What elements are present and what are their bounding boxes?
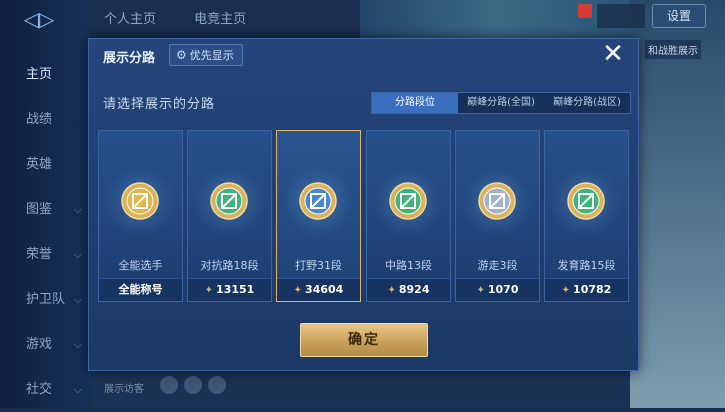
selection-prompt: 请选择展示的分路 xyxy=(103,97,216,112)
priority-display-label: 优先显示 xyxy=(189,49,234,62)
all-round-badge-icon xyxy=(121,182,159,220)
lane-card-name: 对抗路18段 xyxy=(200,259,259,272)
sidebar-item-games[interactable]: 游戏 ⌵ xyxy=(0,322,92,367)
sidebar-item-label: 荣誉 xyxy=(26,247,53,262)
rank-points-icon: ✦ xyxy=(204,285,214,296)
settings-button[interactable]: 设置 xyxy=(652,4,706,28)
lane-card-footer: ✦ 1070 xyxy=(456,278,539,301)
sidebar-item-guard[interactable]: 护卫队 ⌵ xyxy=(0,277,92,322)
visitor-avatars xyxy=(160,376,232,398)
avatar[interactable] xyxy=(160,376,178,394)
tab-peak-national[interactable]: 巅峰分路(全国) xyxy=(458,93,544,113)
lane-card-footer: ✦ 13151 xyxy=(188,278,271,301)
sidebar-item-label: 图鉴 xyxy=(26,202,53,217)
priority-display-button[interactable]: ⚙ 优先显示 xyxy=(169,44,243,66)
lane-card-name: 游走3段 xyxy=(477,259,518,272)
sidebar-item-label: 护卫队 xyxy=(26,292,66,307)
sidebar-item-label: 社交 xyxy=(26,382,53,397)
avatar[interactable] xyxy=(208,376,226,394)
chevron-down-icon: ⌵ xyxy=(73,203,82,216)
background-tabs: 个人主页 电竞主页 xyxy=(104,8,280,27)
lane-card-footer-text: 34604 xyxy=(305,283,344,296)
lane-card-footer: ✦ 34604 xyxy=(277,278,360,301)
lane-card-name: 全能选手 xyxy=(118,259,163,272)
rank-points-icon: ✦ xyxy=(561,285,571,296)
game-logo-icon: ◁▷ xyxy=(23,7,55,31)
sidebar-nav: 主页 战绩 英雄 图鉴 ⌵ 荣誉 ⌵ 护卫队 ⌵ 游戏 ⌵ 社交 ⌵ xyxy=(0,52,92,412)
mid-lane-badge-icon xyxy=(389,182,427,220)
sidebar-item-social[interactable]: 社交 ⌵ xyxy=(0,367,92,412)
lane-card-footer: ✦ 10782 xyxy=(545,278,628,301)
chevron-down-icon: ⌵ xyxy=(73,338,82,351)
lane-card-footer-text: 全能称号 xyxy=(118,283,163,296)
lane-card-list: 全能选手 全能称号 对抗路18段 ✦ 13151 打野31段 ✦ 34604 中路13段 ✦ 892… xyxy=(98,130,629,302)
sidebar-item-honor[interactable]: 荣誉 ⌵ xyxy=(0,232,92,277)
lane-card[interactable]: 全能选手 全能称号 xyxy=(98,130,183,302)
news-ticker xyxy=(597,4,645,28)
rank-points-icon: ✦ xyxy=(293,285,303,296)
notification-badge xyxy=(578,4,592,18)
display-lane-dialog: 展示分路 ⚙ 优先显示 ✕ 请选择展示的分路 分路段位 巅峰分路(全国) 巅峰分路… xyxy=(88,38,639,371)
lane-card[interactable]: 对抗路18段 ✦ 13151 xyxy=(187,130,272,302)
lane-card-name: 发育路15段 xyxy=(557,259,616,272)
confirm-button[interactable]: 确定 xyxy=(300,323,428,357)
jungle-badge-icon xyxy=(299,182,337,220)
chevron-down-icon: ⌵ xyxy=(73,248,82,261)
lane-card-footer-text: 1070 xyxy=(487,283,519,296)
sidebar-item-label: 主页 xyxy=(26,67,53,82)
lane-card-name: 中路13段 xyxy=(385,259,432,272)
right-hint-text: 和战胜展示 xyxy=(645,40,701,59)
lane-card[interactable]: 游走3段 ✦ 1070 xyxy=(455,130,540,302)
close-icon: ✕ xyxy=(602,39,624,69)
bottom-hint-text: 展示访客 xyxy=(104,384,144,395)
lane-card-footer-text: 10782 xyxy=(573,283,612,296)
gear-icon: ⚙ xyxy=(176,48,187,62)
chevron-down-icon: ⌵ xyxy=(73,293,82,306)
avatar[interactable] xyxy=(184,376,202,394)
lane-card-footer: 全能称号 xyxy=(99,278,182,301)
background-scene-right xyxy=(630,0,725,408)
close-button[interactable]: ✕ xyxy=(600,41,626,67)
farm-lane-badge-icon xyxy=(567,182,605,220)
sidebar-item-label: 英雄 xyxy=(26,157,53,172)
sidebar-item-label: 战绩 xyxy=(26,112,53,127)
lane-type-tabs: 分路段位 巅峰分路(全国) 巅峰分路(战区) xyxy=(371,92,631,114)
chevron-down-icon: ⌵ xyxy=(73,383,82,396)
lane-card[interactable]: 发育路15段 ✦ 10782 xyxy=(544,130,629,302)
lane-card[interactable]: 中路13段 ✦ 8924 xyxy=(366,130,451,302)
tab-lane-rank[interactable]: 分路段位 xyxy=(372,93,458,113)
lane-card-footer: ✦ 8924 xyxy=(367,278,450,301)
rank-points-icon: ✦ xyxy=(387,285,396,296)
sidebar-item-heroes[interactable]: 英雄 xyxy=(0,142,92,187)
rank-points-icon: ✦ xyxy=(476,285,485,296)
sidebar-item-label: 游戏 xyxy=(26,337,53,352)
dialog-title: 展示分路 xyxy=(103,51,156,66)
lane-card[interactable]: 打野31段 ✦ 34604 xyxy=(276,130,361,302)
lane-card-name: 打野31段 xyxy=(295,259,342,272)
tab-esports-home[interactable]: 电竞主页 xyxy=(194,12,246,27)
tab-peak-region[interactable]: 巅峰分路(战区) xyxy=(544,93,630,113)
sidebar-item-home[interactable]: 主页 xyxy=(0,52,92,97)
sidebar-item-record[interactable]: 战绩 xyxy=(0,97,92,142)
lane-card-footer-text: 8924 xyxy=(398,283,430,296)
lane-card-footer-text: 13151 xyxy=(216,283,255,296)
roam-badge-icon xyxy=(478,182,516,220)
sidebar-item-codex[interactable]: 图鉴 ⌵ xyxy=(0,187,92,232)
clash-lane-badge-icon xyxy=(210,182,248,220)
tab-personal-home[interactable]: 个人主页 xyxy=(104,12,156,27)
